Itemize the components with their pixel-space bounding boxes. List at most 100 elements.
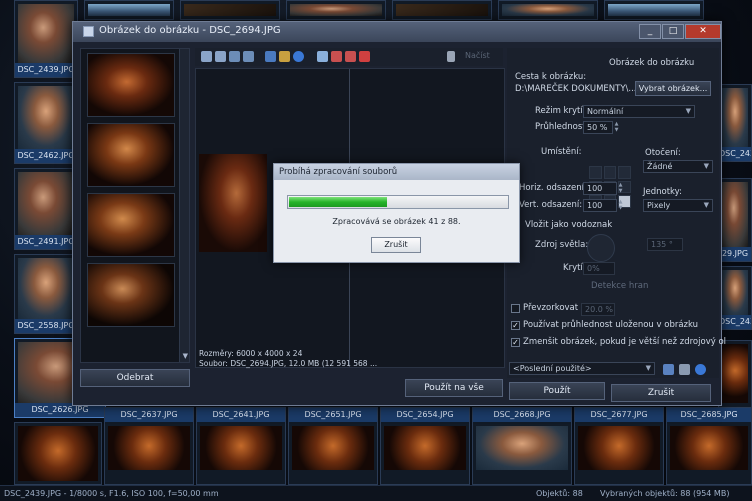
apply-button[interactable]: Použít bbox=[509, 382, 605, 400]
thumbnail[interactable]: DSC_2637.JPG bbox=[104, 407, 194, 485]
thumbnail[interactable]: DSC_2677.JPG bbox=[574, 407, 664, 485]
stop-icon[interactable] bbox=[359, 51, 370, 62]
thumbnail[interactable]: 29.JPG bbox=[718, 178, 752, 262]
zoom-out-icon[interactable] bbox=[215, 51, 226, 62]
compare-icon[interactable] bbox=[331, 51, 342, 62]
thumbnail[interactable]: DSC_2462.JPG bbox=[14, 82, 78, 164]
blend-mode-select[interactable]: Normální ▼ bbox=[583, 105, 695, 118]
scrollbar[interactable]: ▼ bbox=[179, 49, 189, 362]
placement-label: Umístění: bbox=[541, 147, 582, 157]
progress-cancel-button[interactable]: Zrušit bbox=[371, 237, 421, 253]
list-item[interactable] bbox=[87, 123, 175, 187]
list-item[interactable] bbox=[87, 193, 175, 257]
chevron-down-icon: ▼ bbox=[703, 162, 709, 170]
thumbnail[interactable] bbox=[286, 0, 386, 20]
thumbnail[interactable]: DSC_2491.JPG bbox=[14, 168, 78, 250]
zoom-in-icon[interactable] bbox=[201, 51, 212, 62]
thumbnail[interactable] bbox=[392, 0, 492, 20]
thumbnail-label: DSC_2677.JPG bbox=[575, 408, 663, 422]
load-label[interactable]: Načíst bbox=[465, 51, 490, 60]
horiz-offset-stepper[interactable]: ▲ ▼ bbox=[617, 182, 624, 195]
list-item[interactable] bbox=[87, 53, 175, 117]
thumbnail-label: DSC_2439.JPG bbox=[15, 63, 77, 77]
thumbnail[interactable]: DSC_2668.JPG bbox=[472, 407, 572, 485]
placement-cell[interactable] bbox=[618, 166, 631, 179]
edge-detect-label[interactable]: Detekce hran bbox=[591, 281, 648, 291]
thumbnail[interactable] bbox=[498, 0, 598, 20]
minimize-button[interactable]: _ bbox=[639, 24, 661, 39]
blend-mode-label: Režim krytí: bbox=[535, 106, 586, 116]
thumbnail[interactable] bbox=[180, 0, 280, 20]
list-item[interactable] bbox=[87, 263, 175, 327]
thumbnail[interactable]: DSC_2641.JPG bbox=[196, 407, 286, 485]
image-list[interactable]: ▼ bbox=[80, 48, 190, 363]
units-select[interactable]: Pixely ▼ bbox=[643, 199, 713, 212]
thumbnail[interactable] bbox=[84, 0, 174, 20]
fit-icon[interactable] bbox=[229, 51, 240, 62]
picture-icon[interactable] bbox=[279, 51, 290, 62]
actual-size-icon[interactable] bbox=[243, 51, 254, 62]
info-icon[interactable] bbox=[293, 51, 304, 62]
opacity-stepper[interactable]: ▲ ▼ bbox=[613, 121, 620, 134]
thumbnail-label: DSC_2439.JPG bbox=[719, 315, 751, 329]
thumbnail-image bbox=[292, 426, 374, 470]
thumbnail-image bbox=[88, 4, 170, 16]
recent-usage-select[interactable]: <Poslední použité> ▼ bbox=[509, 362, 655, 375]
thumbnail-image bbox=[18, 4, 74, 63]
close-button[interactable]: ✕ bbox=[685, 24, 721, 39]
apply-all-button[interactable]: Použít na vše bbox=[405, 379, 503, 397]
thumbnail[interactable] bbox=[14, 422, 102, 485]
shrink-image-checkbox[interactable]: ✓ bbox=[511, 338, 520, 347]
light-source-dial[interactable] bbox=[587, 234, 615, 262]
thumbnail[interactable]: DSC_2439.JPG bbox=[718, 84, 752, 162]
cover-input[interactable]: 0% bbox=[583, 262, 615, 275]
thumbnail-label: DSC_2685.JPG bbox=[667, 408, 751, 422]
thumbnail-image bbox=[200, 426, 282, 470]
use-saved-opacity-checkbox[interactable]: ✓ bbox=[511, 321, 520, 330]
units-value: Pixely bbox=[647, 201, 671, 210]
light-source-input[interactable]: 135 ° bbox=[647, 238, 683, 251]
remove-button[interactable]: Odebrat bbox=[80, 369, 190, 387]
refresh-preset-icon[interactable] bbox=[695, 364, 706, 375]
placement-cell[interactable] bbox=[603, 166, 617, 179]
image-icon[interactable] bbox=[265, 51, 276, 62]
thumbnail[interactable] bbox=[604, 0, 704, 20]
split-icon[interactable] bbox=[317, 51, 328, 62]
scroll-down-icon[interactable]: ▼ bbox=[183, 352, 188, 360]
watermark-label[interactable]: Vložit jako vodoznak bbox=[525, 220, 612, 230]
vert-offset-stepper[interactable]: ▲ ▼ bbox=[617, 199, 624, 212]
thumbnail[interactable]: DSC_2685.JPG bbox=[666, 407, 752, 485]
edit-preset-icon[interactable] bbox=[679, 364, 690, 375]
save-preset-icon[interactable] bbox=[663, 364, 674, 375]
dimensions-text: Rozměry: 6000 x 4000 x 24 bbox=[199, 349, 303, 358]
thumbnail[interactable]: DSC_2558.JPG bbox=[14, 254, 78, 334]
title-bar[interactable]: Obrázek do obrázku - DSC_2694.JPG _ □ ✕ bbox=[73, 22, 721, 42]
path-value: D:\MAREČEK DOKUMENTY\... bbox=[515, 84, 637, 94]
horiz-offset-input[interactable]: 100 bbox=[583, 182, 617, 195]
thumbnail-image bbox=[18, 172, 74, 235]
thumbnail[interactable]: DSC_2439.JPG bbox=[718, 266, 752, 330]
cancel-button[interactable]: Zrušit bbox=[611, 384, 711, 402]
thumbnail-image bbox=[722, 270, 748, 315]
maximize-button[interactable]: □ bbox=[662, 24, 684, 39]
resample-input[interactable]: 20.0 % bbox=[581, 303, 615, 316]
units-label: Jednotky: bbox=[643, 187, 682, 197]
progress-title[interactable]: Probíhá zpracování souborů bbox=[274, 164, 519, 180]
thumbnail[interactable]: DSC_2651.JPG bbox=[288, 407, 378, 485]
app-icon bbox=[83, 26, 94, 37]
layout-icon[interactable] bbox=[345, 51, 356, 62]
thumbnail-image bbox=[502, 4, 594, 16]
thumbnail[interactable]: DSC_2439.JPG bbox=[14, 0, 78, 78]
thumbnail[interactable]: DSC_2654.JPG bbox=[380, 407, 470, 485]
opacity-input[interactable]: 50 % bbox=[583, 121, 613, 134]
thumbnail-image bbox=[384, 426, 466, 470]
choose-image-button[interactable]: Vybrat obrázek... bbox=[635, 81, 711, 96]
lock-icon[interactable] bbox=[447, 51, 455, 62]
resample-checkbox[interactable] bbox=[511, 304, 520, 313]
status-objects: Objektů: 88 bbox=[536, 489, 583, 498]
rotation-select[interactable]: Žádné ▼ bbox=[643, 160, 713, 173]
thumbnail-image bbox=[578, 426, 660, 470]
thumbnail-label: DSC_2641.JPG bbox=[197, 408, 285, 422]
vert-offset-input[interactable]: 100 bbox=[583, 199, 617, 212]
placement-cell[interactable] bbox=[589, 166, 602, 179]
